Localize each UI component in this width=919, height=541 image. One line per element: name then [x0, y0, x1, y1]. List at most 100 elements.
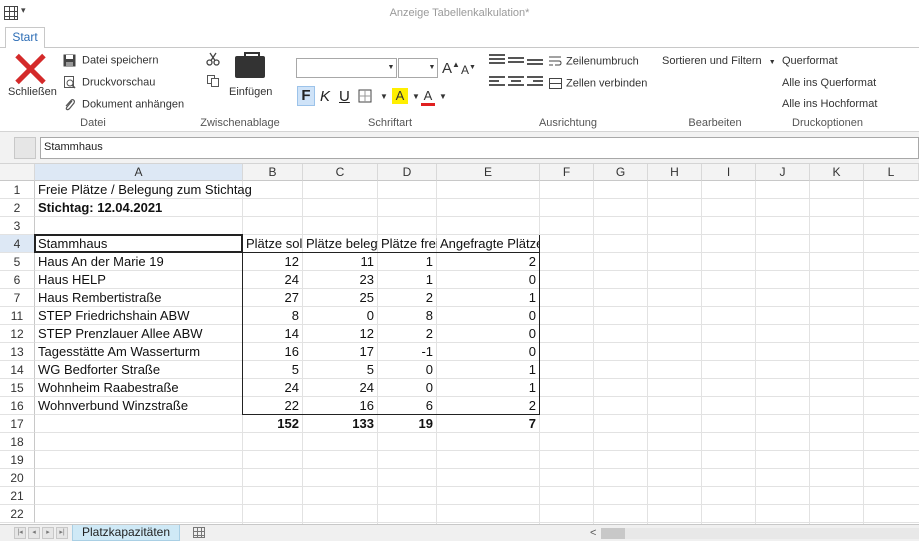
wrap-text-button[interactable]: Zeilenumbruch [549, 55, 639, 68]
all-landscape-button[interactable]: Alle ins Querformat [782, 77, 876, 89]
cell-d17[interactable]: 19 [378, 415, 437, 433]
column-header-a[interactable]: A [35, 164, 243, 181]
cell-b15[interactable]: 24 [243, 379, 303, 397]
cell-b7[interactable]: 27 [243, 289, 303, 307]
column-header-k[interactable]: K [810, 164, 864, 181]
column-header-e[interactable]: E [437, 164, 540, 181]
cell-a15[interactable]: Wohnheim Raabestraße [35, 379, 243, 397]
horizontal-scrollbar[interactable] [601, 528, 919, 539]
cell-e15[interactable]: 1 [437, 379, 540, 397]
shrink-font-button[interactable]: A▼ [461, 63, 476, 77]
cell-d5[interactable]: 1 [378, 253, 437, 271]
cell-c4[interactable]: Plätze belegt [303, 235, 378, 253]
cell-a14[interactable]: WG Bedforter Straße [35, 361, 243, 379]
cell-c14[interactable]: 5 [303, 361, 378, 379]
row-header[interactable]: 3 [0, 217, 35, 235]
row-header[interactable]: 1 [0, 181, 35, 199]
row-header[interactable]: 19 [0, 451, 35, 469]
underline-button[interactable]: U [339, 88, 350, 105]
first-sheet-icon[interactable]: |◂ [14, 527, 26, 539]
next-sheet-icon[interactable]: ▸ [42, 527, 54, 539]
cell-a2[interactable]: Stichtag: 12.04.2021 [35, 199, 365, 217]
row-header[interactable]: 14 [0, 361, 35, 379]
align-right-icon[interactable] [527, 76, 543, 88]
cell-a12[interactable]: STEP Prenzlauer Allee ABW [35, 325, 243, 343]
cell-b16[interactable]: 22 [243, 397, 303, 415]
cell-c16[interactable]: 16 [303, 397, 378, 415]
align-left-icon[interactable] [489, 76, 505, 88]
select-all-corner[interactable] [0, 164, 35, 181]
cell-c6[interactable]: 23 [303, 271, 378, 289]
cell-d4[interactable]: Plätze frei [378, 235, 437, 253]
bold-button[interactable]: F [297, 86, 315, 106]
row-header[interactable]: 4 [0, 235, 35, 253]
row-header[interactable]: 22 [0, 505, 35, 523]
cell-b12[interactable]: 14 [243, 325, 303, 343]
align-center-icon[interactable] [508, 76, 524, 88]
spreadsheet-grid[interactable]: A B C D E F G H I J K L 1 Freie Plätze / Belegung zum… [0, 164, 919, 524]
row-header[interactable]: 17 [0, 415, 35, 433]
row-header[interactable]: 12 [0, 325, 35, 343]
all-portrait-button[interactable]: Alle ins Hochformat [782, 98, 877, 110]
scroll-left-icon[interactable]: < [590, 527, 596, 539]
cell-b13[interactable]: 16 [243, 343, 303, 361]
cell-e12[interactable]: 0 [437, 325, 540, 343]
save-file-button[interactable]: Datei speichern [63, 54, 158, 67]
column-header-i[interactable]: I [702, 164, 756, 181]
column-header-l[interactable]: L [864, 164, 919, 181]
cell-b6[interactable]: 24 [243, 271, 303, 289]
row-header[interactable]: 18 [0, 433, 35, 451]
cell-b5[interactable]: 12 [243, 253, 303, 271]
print-preview-button[interactable]: Druckvorschau [63, 76, 155, 89]
cell-a7[interactable]: Haus Rembertistraße [35, 289, 243, 307]
cell-b14[interactable]: 5 [243, 361, 303, 379]
align-bottom-icon[interactable] [527, 59, 543, 71]
column-header-j[interactable]: J [756, 164, 810, 181]
highlight-dropdown[interactable]: ▼ [412, 92, 420, 101]
cell-d7[interactable]: 2 [378, 289, 437, 307]
row-header[interactable]: 11 [0, 307, 35, 325]
cell-b17[interactable]: 152 [243, 415, 303, 433]
cell-a11[interactable]: STEP Friedrichshain ABW [35, 307, 243, 325]
cell-d12[interactable]: 2 [378, 325, 437, 343]
copy-button[interactable] [206, 74, 220, 91]
cell-e5[interactable]: 2 [437, 253, 540, 271]
cell-d14[interactable]: 0 [378, 361, 437, 379]
cell-d6[interactable]: 1 [378, 271, 437, 289]
last-sheet-icon[interactable]: ▸| [56, 527, 68, 539]
cell-d13[interactable]: -1 [378, 343, 437, 361]
sheet-tab-platzkapazitaeten[interactable]: Platzkapazitäten [72, 525, 180, 541]
grow-font-button[interactable]: A▲ [442, 60, 460, 77]
add-sheet-icon[interactable] [193, 527, 205, 538]
sort-filter-button[interactable]: Sortieren und Filtern ▼ [662, 55, 776, 67]
row-header[interactable]: 13 [0, 343, 35, 361]
column-header-g[interactable]: G [594, 164, 648, 181]
highlight-button[interactable]: A [392, 88, 408, 104]
merge-cells-button[interactable]: Zellen verbinden [549, 77, 647, 90]
cell-c11[interactable]: 0 [303, 307, 378, 325]
cell-c5[interactable]: 11 [303, 253, 378, 271]
border-dropdown[interactable]: ▼ [380, 92, 388, 101]
horizontal-scrollbar-thumb[interactable] [601, 528, 625, 539]
tab-start[interactable]: Start [5, 27, 45, 49]
font-color-button[interactable]: A [421, 88, 435, 106]
cell-a13[interactable]: Tagesstätte Am Wasserturm [35, 343, 243, 361]
cut-button[interactable] [206, 52, 220, 69]
cell-a1[interactable]: Freie Plätze / Belegung zum Stichtag [35, 181, 365, 199]
cell-e4[interactable]: Angefragte Plätze [437, 235, 540, 253]
border-button[interactable] [358, 89, 372, 106]
cell-a16[interactable]: Wohnverbund Winzstraße [35, 397, 243, 415]
cell-d15[interactable]: 0 [378, 379, 437, 397]
cell-e16[interactable]: 2 [437, 397, 540, 415]
cell-c13[interactable]: 17 [303, 343, 378, 361]
cell-d11[interactable]: 8 [378, 307, 437, 325]
row-header[interactable]: 6 [0, 271, 35, 289]
cell-b4[interactable]: Plätze soll [243, 235, 303, 253]
cell-e6[interactable]: 0 [437, 271, 540, 289]
font-name-select[interactable]: ▼ [296, 58, 397, 78]
cell-c7[interactable]: 25 [303, 289, 378, 307]
column-header-d[interactable]: D [378, 164, 437, 181]
row-header[interactable]: 16 [0, 397, 35, 415]
row-header[interactable]: 15 [0, 379, 35, 397]
column-header-f[interactable]: F [540, 164, 594, 181]
